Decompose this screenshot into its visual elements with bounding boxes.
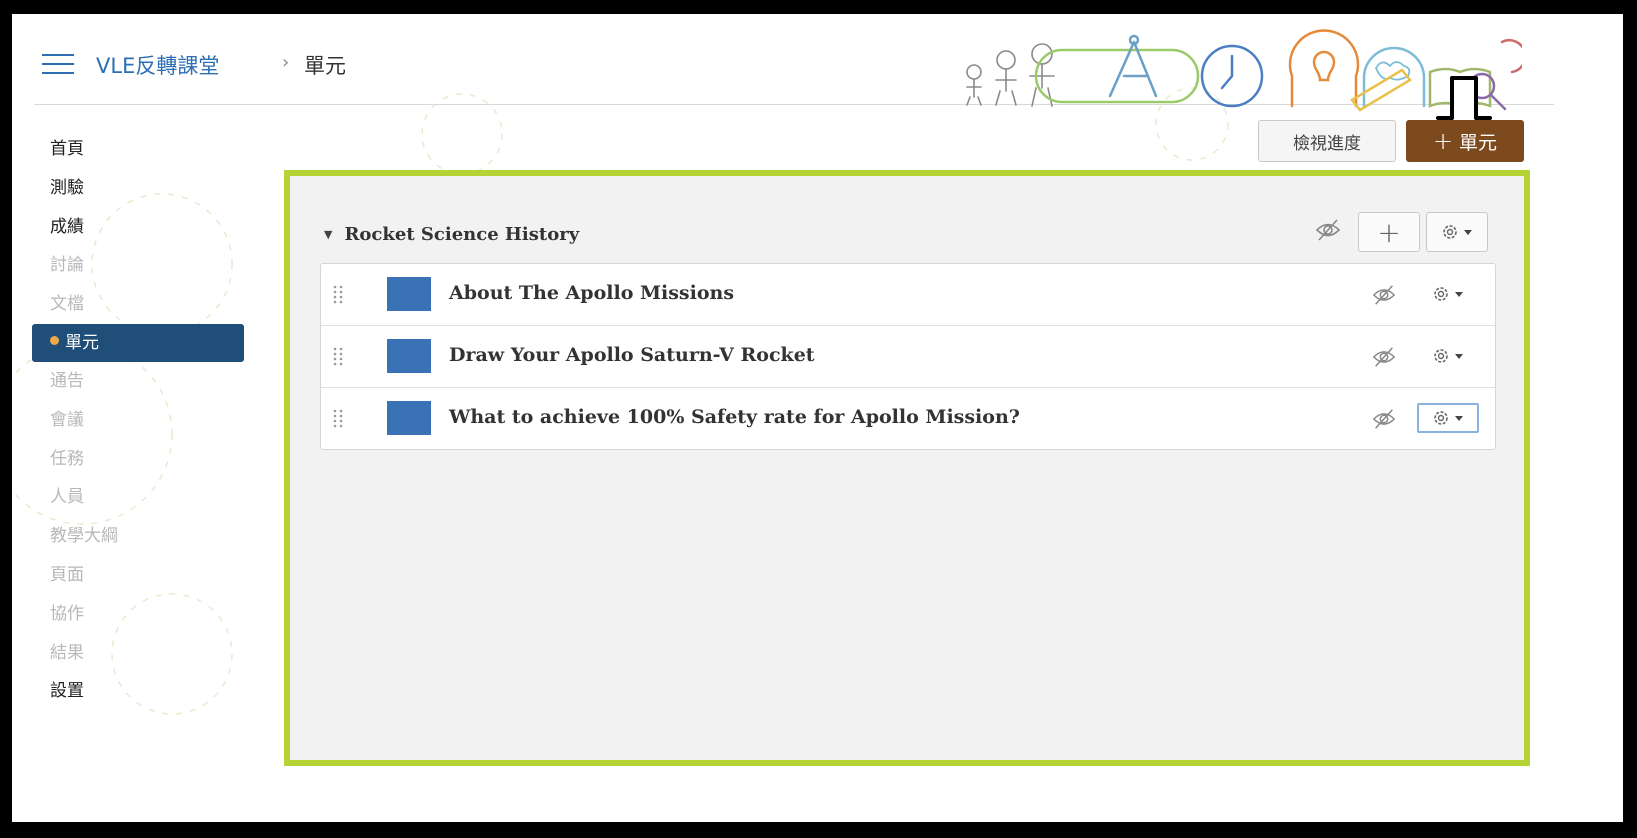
add-item-button[interactable]: + [1358, 212, 1420, 252]
nav-item-pages[interactable]: 頁面 [34, 556, 244, 595]
nav-label: 教學大綱 [50, 526, 118, 547]
nav-label: 文檔 [50, 294, 84, 315]
gear-icon [1434, 349, 1463, 363]
nav-item-quizzes[interactable]: 測驗 [34, 169, 244, 208]
module-item-row: What to achieve 100% Safety rate for Apo… [321, 388, 1495, 449]
module-item-row: About The Apollo Missions [321, 264, 1495, 326]
eye-slash-icon[interactable] [1314, 216, 1342, 244]
collapse-caret-icon[interactable]: ▼ [324, 228, 332, 241]
item-thumbnail[interactable] [387, 277, 431, 311]
module-title: Rocket Science History [344, 223, 580, 245]
nav-item-collaborations[interactable]: 協作 [34, 595, 244, 634]
nav-label: 協作 [50, 603, 84, 624]
nav-label: 通告 [50, 370, 84, 391]
add-unit-button[interactable]: + 單元 [1406, 120, 1524, 162]
nav-item-conferences[interactable]: 會議 [34, 401, 244, 440]
breadcrumb-separator: › [282, 52, 290, 73]
gear-icon [1434, 411, 1463, 425]
item-title[interactable]: Draw Your Apollo Saturn-V Rocket [449, 344, 815, 366]
nav-label: 人員 [50, 487, 84, 508]
nav-item-announcements[interactable]: 通告 [34, 362, 244, 401]
nav-item-grades[interactable]: 成績 [34, 208, 244, 247]
eye-slash-icon[interactable] [1371, 282, 1397, 308]
nav-item-files[interactable]: 文檔 [34, 285, 244, 324]
eye-slash-icon[interactable] [1371, 344, 1397, 370]
nav-item-outcomes[interactable]: 結果 [34, 634, 244, 673]
nav-label: 設置 [50, 681, 84, 702]
module-settings-button[interactable] [1426, 212, 1488, 252]
module-item-row: Draw Your Apollo Saturn-V Rocket [321, 326, 1495, 388]
nav-item-people[interactable]: 人員 [34, 478, 244, 517]
nav-item-syllabus[interactable]: 教學大綱 [34, 517, 244, 556]
nav-label: 結果 [50, 642, 84, 663]
menu-icon[interactable] [42, 54, 74, 74]
nav-label: 測驗 [50, 177, 84, 198]
drag-handle-icon[interactable] [333, 408, 343, 428]
active-indicator-icon [50, 336, 59, 346]
app-window: VLE反轉課堂 › 單元 檢視進度 + 單元 首頁 測驗 成績 討論 文檔 單元… [12, 14, 1623, 822]
nav-item-modules[interactable]: 單元 [32, 323, 244, 362]
drag-handle-icon[interactable] [333, 346, 343, 366]
module-item-list: About The Apollo Missions Draw Your Apol… [320, 263, 1496, 450]
item-settings-button[interactable] [1417, 341, 1479, 371]
nav-label: 任務 [50, 448, 84, 469]
nav-item-settings[interactable]: 設置 [34, 672, 244, 711]
nav-label: 會議 [50, 409, 84, 430]
view-progress-label: 檢視進度 [1293, 133, 1361, 154]
nav-item-assignments[interactable]: 任務 [34, 440, 244, 479]
gear-icon [1434, 287, 1463, 301]
add-unit-plus-icon: + [1432, 127, 1454, 155]
module-header[interactable]: ▼ Rocket Science History [324, 214, 579, 254]
item-settings-button[interactable] [1417, 279, 1479, 309]
gear-icon [1443, 225, 1472, 239]
add-unit-label: 單元 [1459, 131, 1498, 154]
view-progress-button[interactable]: 檢視進度 [1258, 120, 1396, 162]
eye-slash-icon[interactable] [1371, 406, 1397, 432]
item-settings-button[interactable] [1417, 403, 1479, 433]
nav-label: 頁面 [50, 564, 84, 585]
item-title[interactable]: What to achieve 100% Safety rate for Apo… [449, 406, 1020, 428]
item-thumbnail[interactable] [387, 401, 431, 435]
nav-label: 首頁 [50, 139, 84, 159]
nav-label: 討論 [50, 255, 84, 276]
nav-label: 成績 [50, 216, 84, 237]
nav-item-home[interactable]: 首頁 [34, 130, 244, 169]
plus-icon: + [1377, 215, 1401, 249]
item-thumbnail[interactable] [387, 339, 431, 373]
nav-label: 單元 [65, 332, 99, 353]
breadcrumb-course[interactable]: VLE反轉課堂 [96, 50, 219, 80]
drag-handle-icon[interactable] [333, 284, 343, 304]
course-navigation: 首頁 測驗 成績 討論 文檔 單元 通告 會議 任務 人員 教學大綱 頁面 協作… [32, 130, 244, 711]
breadcrumb-current: 單元 [304, 54, 346, 78]
nav-item-discussions[interactable]: 討論 [34, 246, 244, 285]
item-title[interactable]: About The Apollo Missions [449, 282, 734, 304]
modules-panel: ▼ Rocket Science History + About The Apo… [284, 170, 1530, 766]
